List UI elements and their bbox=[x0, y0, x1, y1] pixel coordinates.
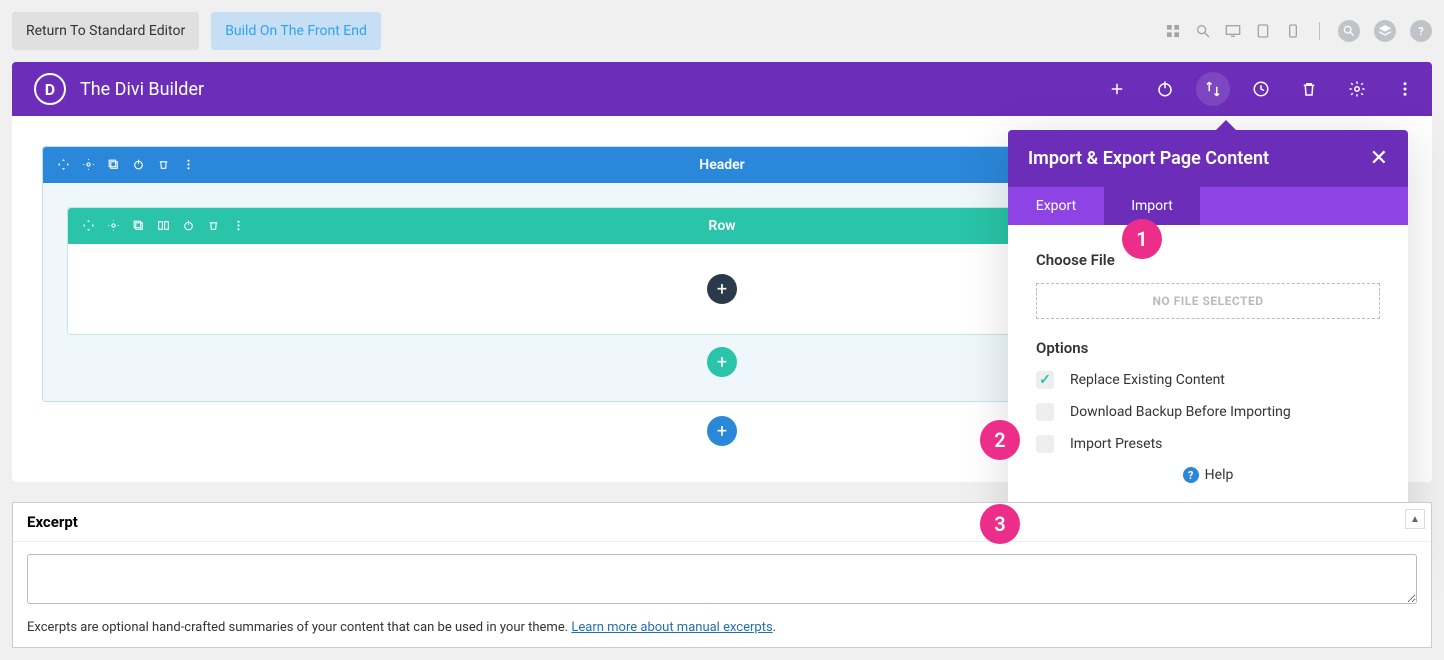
excerpt-textarea[interactable] bbox=[27, 554, 1417, 604]
section-title: Header bbox=[699, 157, 744, 173]
collapse-toggle-icon[interactable]: ▲ bbox=[1405, 509, 1425, 529]
choose-file-label: Choose File bbox=[1036, 251, 1380, 269]
option-presets-label: Import Presets bbox=[1070, 436, 1162, 452]
row-title: Row bbox=[708, 218, 735, 234]
add-module-button[interactable]: + bbox=[707, 274, 737, 304]
move-icon[interactable] bbox=[82, 217, 95, 236]
checkbox-backup[interactable] bbox=[1036, 403, 1054, 421]
add-section-button[interactable]: + bbox=[707, 416, 737, 446]
excerpt-title: Excerpt bbox=[13, 503, 1431, 542]
import-export-icon[interactable] bbox=[1204, 80, 1222, 98]
excerpt-note-period: . bbox=[773, 620, 776, 635]
search-icon[interactable] bbox=[1195, 23, 1211, 39]
settings-icon[interactable] bbox=[1348, 80, 1366, 98]
help-icon: ? bbox=[1183, 467, 1199, 483]
excerpt-metabox: Excerpt ▲ Excerpts are optional hand-cra… bbox=[12, 502, 1432, 648]
checkbox-presets[interactable] bbox=[1036, 435, 1054, 453]
divi-logo-icon: D bbox=[34, 73, 66, 105]
add-row-button[interactable]: + bbox=[707, 347, 737, 377]
options-label: Options bbox=[1036, 339, 1380, 357]
tab-export[interactable]: Export bbox=[1008, 187, 1104, 225]
separator bbox=[1319, 22, 1320, 40]
help-label: Help bbox=[1205, 467, 1234, 483]
option-replace-label: Replace Existing Content bbox=[1070, 372, 1225, 388]
excerpt-note: Excerpts are optional hand-crafted summa… bbox=[27, 620, 1417, 635]
history-icon[interactable] bbox=[1252, 80, 1270, 98]
option-backup-label: Download Backup Before Importing bbox=[1070, 404, 1291, 420]
trash-icon[interactable] bbox=[157, 156, 170, 175]
annotation-badge-3: 3 bbox=[980, 504, 1020, 544]
move-icon[interactable] bbox=[57, 156, 70, 175]
more-icon[interactable] bbox=[232, 217, 245, 236]
columns-icon[interactable] bbox=[157, 217, 170, 236]
help-icon[interactable]: ? bbox=[1410, 20, 1432, 42]
tablet-icon[interactable] bbox=[1255, 23, 1271, 39]
close-icon[interactable]: ✕ bbox=[1370, 146, 1388, 171]
add-icon[interactable] bbox=[1108, 80, 1126, 98]
wp-admin-bar-icons: ? bbox=[1165, 20, 1432, 42]
modal-title: Import & Export Page Content bbox=[1028, 148, 1269, 169]
trash-icon[interactable] bbox=[1300, 80, 1318, 98]
more-icon[interactable] bbox=[1396, 80, 1414, 98]
help-link[interactable]: ? Help bbox=[1036, 467, 1380, 483]
layers-icon[interactable] bbox=[1374, 20, 1396, 42]
modal-arrow bbox=[1216, 120, 1236, 130]
annotation-badge-2: 2 bbox=[980, 420, 1020, 460]
gear-icon[interactable] bbox=[82, 156, 95, 175]
desktop-icon[interactable] bbox=[1225, 23, 1241, 39]
checkbox-replace[interactable]: ✓ bbox=[1036, 371, 1054, 389]
grid-icon[interactable] bbox=[1165, 23, 1181, 39]
more-icon[interactable] bbox=[182, 156, 195, 175]
build-front-end-button[interactable]: Build On The Front End bbox=[211, 12, 381, 50]
power-icon[interactable] bbox=[132, 156, 145, 175]
builder-title: The Divi Builder bbox=[80, 79, 204, 100]
annotation-badge-1: 1 bbox=[1122, 219, 1162, 259]
power-icon[interactable] bbox=[1156, 80, 1174, 98]
duplicate-icon[interactable] bbox=[107, 156, 120, 175]
gear-icon[interactable] bbox=[107, 217, 120, 236]
tab-import[interactable]: Import bbox=[1104, 187, 1200, 225]
return-standard-editor-button[interactable]: Return To Standard Editor bbox=[12, 12, 199, 50]
file-drop-zone[interactable]: NO FILE SELECTED bbox=[1036, 283, 1380, 319]
power-icon[interactable] bbox=[182, 217, 195, 236]
divi-builder-header: D The Divi Builder bbox=[12, 62, 1432, 116]
excerpt-note-text: Excerpts are optional hand-crafted summa… bbox=[27, 620, 571, 635]
mobile-icon[interactable] bbox=[1285, 23, 1301, 39]
trash-icon[interactable] bbox=[207, 217, 220, 236]
zoom-icon[interactable] bbox=[1338, 20, 1360, 42]
excerpt-learn-more-link[interactable]: Learn more about manual excerpts bbox=[571, 620, 772, 635]
duplicate-icon[interactable] bbox=[132, 217, 145, 236]
import-export-modal: Import & Export Page Content ✕ Export Im… bbox=[1008, 130, 1408, 563]
